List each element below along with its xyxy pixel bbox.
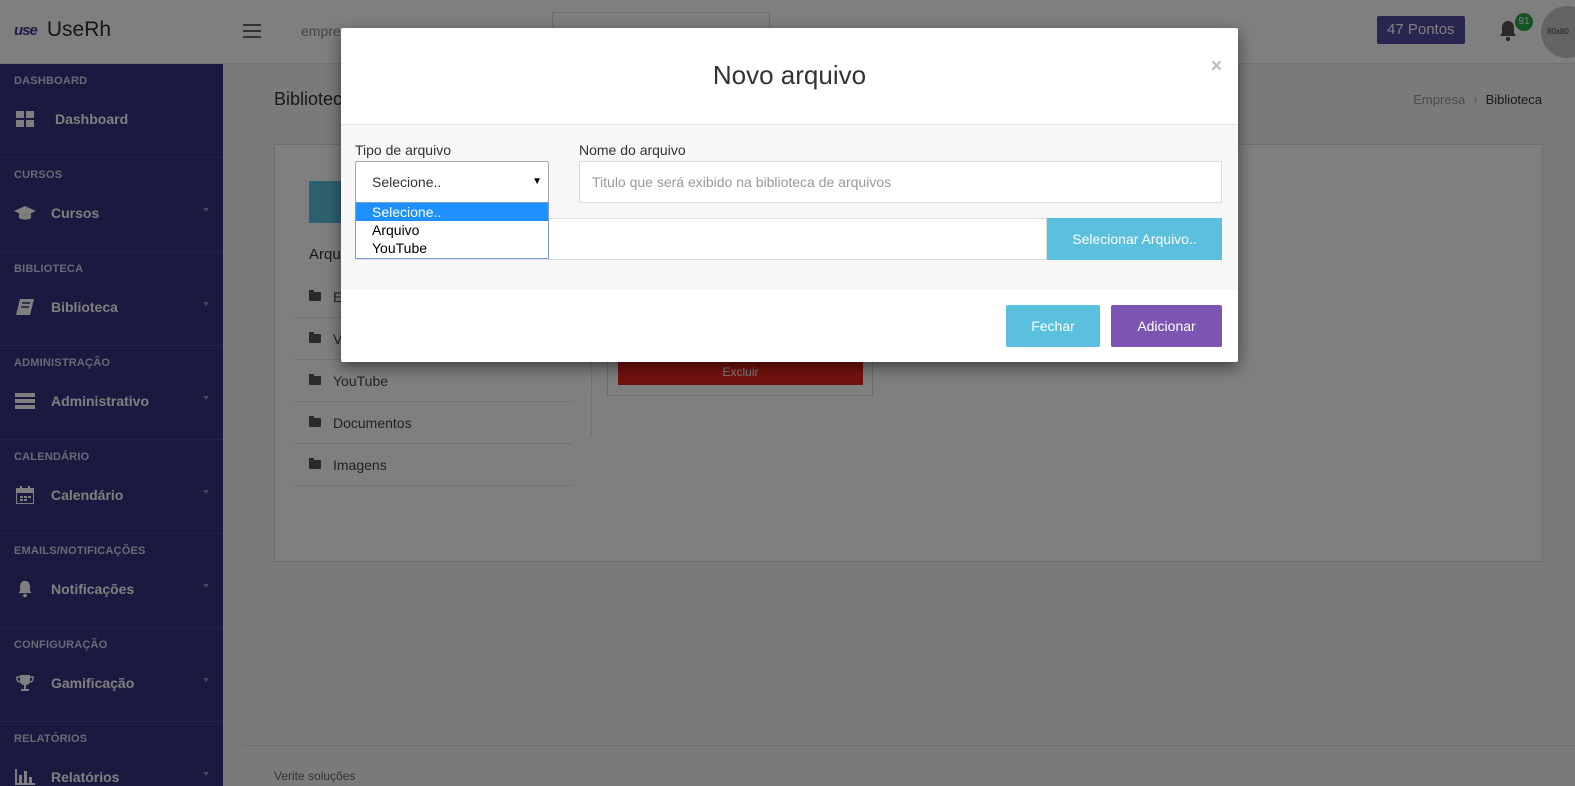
close-icon[interactable]: × bbox=[1211, 56, 1222, 78]
file-type-selected-value: Selecione.. bbox=[372, 174, 442, 190]
new-file-modal: Novo arquivo × Tipo de arquivo Selecione… bbox=[341, 28, 1238, 362]
add-button[interactable]: Adicionar bbox=[1111, 305, 1222, 347]
file-type-select[interactable]: Selecione.. ▼ bbox=[355, 161, 549, 203]
file-name-input[interactable]: Titulo que será exibido na biblioteca de… bbox=[579, 161, 1222, 203]
modal-title: Novo arquivo bbox=[712, 60, 867, 90]
dropdown-option[interactable]: YouTube bbox=[356, 239, 548, 257]
file-type-label: Tipo de arquivo bbox=[355, 142, 451, 158]
select-file-button[interactable]: Selecionar Arquivo.. bbox=[1047, 218, 1222, 260]
file-name-label: Nome do arquivo bbox=[579, 142, 686, 158]
dropdown-arrow-icon: ▼ bbox=[532, 176, 542, 187]
modal-body: Tipo de arquivo Selecione.. ▼ Nome do ar… bbox=[341, 125, 1238, 290]
dropdown-option[interactable]: Arquivo bbox=[356, 221, 548, 239]
modal-header: Novo arquivo × bbox=[341, 28, 1238, 125]
dropdown-option[interactable]: Selecione.. bbox=[356, 203, 548, 221]
file-type-dropdown-list: Selecione.. Arquivo YouTube bbox=[355, 202, 549, 259]
close-button[interactable]: Fechar bbox=[1006, 305, 1100, 347]
